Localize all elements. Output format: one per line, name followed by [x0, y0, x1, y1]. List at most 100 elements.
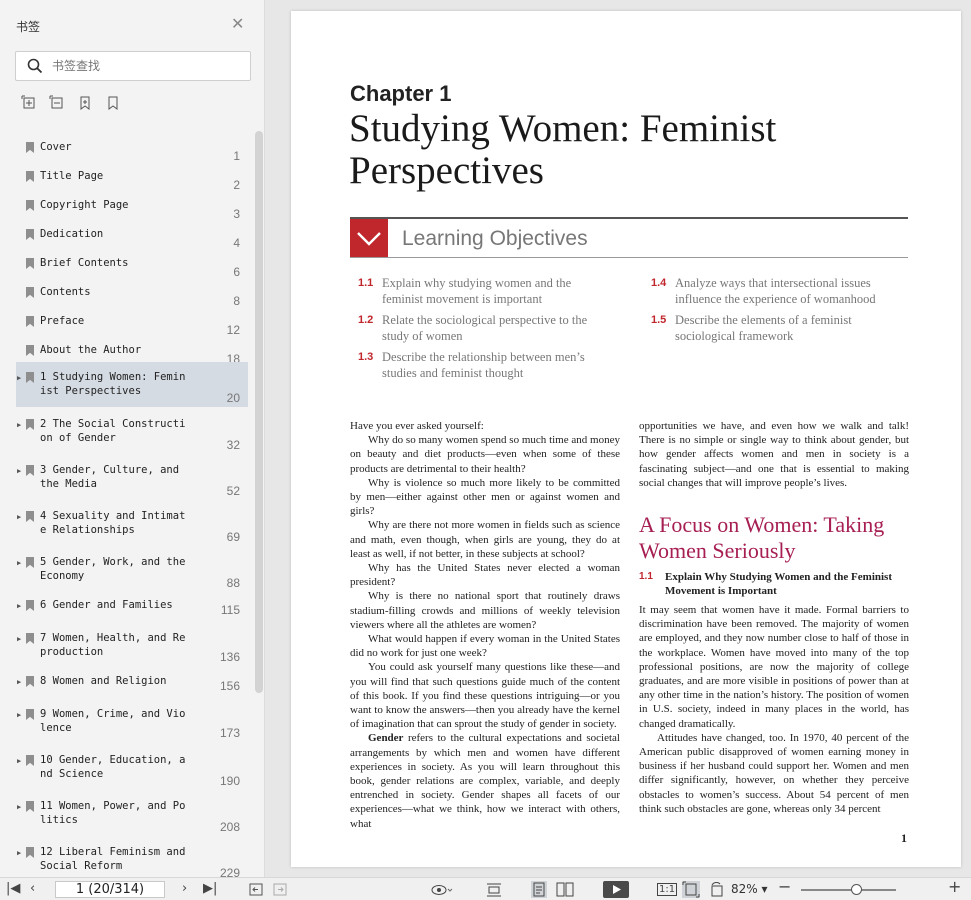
- objective-text: Describe the elements of a feminist soci…: [675, 313, 852, 343]
- bookmark-icon[interactable]: [105, 95, 121, 111]
- bookmark-page-number: 52: [226, 484, 240, 498]
- bookmark-item[interactable]: Brief Contents 6: [16, 251, 248, 280]
- expand-arrow-icon[interactable]: ▶: [17, 846, 21, 860]
- bookmark-item[interactable]: ▶ 5 Gender, Work, and the Economy 88: [16, 547, 248, 593]
- close-icon[interactable]: ✕: [231, 16, 244, 32]
- eye-icon[interactable]: [431, 884, 453, 896]
- bookmark-search[interactable]: [15, 51, 251, 81]
- bookmark-page-number: 173: [219, 726, 240, 740]
- bookmark-page-number: 3: [233, 207, 240, 221]
- last-page-icon[interactable]: ▶|: [203, 882, 217, 896]
- expand-arrow-icon[interactable]: ▶: [17, 675, 21, 689]
- bookmark-label: About the Author: [40, 344, 142, 356]
- expand-arrow-icon[interactable]: ▶: [17, 418, 21, 432]
- first-page-icon[interactable]: |◀: [6, 882, 20, 896]
- bookmark-flag-icon: [26, 229, 34, 240]
- expand-arrow-icon[interactable]: ▶: [17, 371, 21, 385]
- zoom-slider[interactable]: [801, 884, 896, 895]
- bookmark-page-number: 2: [233, 178, 240, 192]
- key-term: Gender: [368, 732, 404, 745]
- actual-size-icon[interactable]: 1:1: [657, 883, 678, 896]
- expand-arrow-icon[interactable]: ▶: [17, 556, 21, 570]
- bookmark-flag-icon: [26, 801, 34, 812]
- rotate-icon[interactable]: [709, 882, 725, 897]
- bookmark-flag-icon: [26, 557, 34, 568]
- objective-text: Explain why studying women and the femin…: [382, 276, 572, 306]
- fit-page-icon[interactable]: [682, 881, 700, 898]
- bookmark-flag-icon: [26, 676, 34, 687]
- expand-arrow-icon[interactable]: ▶: [17, 632, 21, 646]
- bookmark-item[interactable]: ▶ 12 Liberal Feminism and Social Reform 22…: [16, 837, 248, 877]
- bookmark-flag-icon: [26, 419, 34, 430]
- bookmark-item[interactable]: ▶ 8 Women and Religion 156: [16, 669, 248, 699]
- expand-arrow-icon[interactable]: ▶: [17, 708, 21, 722]
- page-number-input[interactable]: 1 (20/314): [55, 881, 165, 898]
- zoom-in-icon[interactable]: +: [948, 879, 961, 895]
- bookmark-item[interactable]: ▶ 10 Gender, Education, and Science 190: [16, 745, 248, 791]
- bookmark-panel: 书签 ✕ Cover1Title Page2Copyright Page3Ded…: [0, 0, 265, 877]
- bookmark-item[interactable]: Dedication 4: [16, 222, 248, 251]
- bookmark-item[interactable]: ▶ 2 The Social Construction of Gender 32: [16, 409, 248, 455]
- bookmark-page-number: 229: [219, 866, 240, 877]
- next-page-icon[interactable]: ›: [182, 882, 187, 896]
- bookmark-page-number: 1: [233, 149, 240, 163]
- objective-number: 1.4: [651, 277, 667, 289]
- bookmark-item[interactable]: Cover 1: [16, 135, 248, 164]
- paragraph: You could ask yourself many questions li…: [350, 661, 620, 731]
- paragraph: Why is there no national sport that rout…: [350, 590, 620, 631]
- continuous-scroll-icon[interactable]: [486, 883, 502, 897]
- expand-arrow-icon[interactable]: ▶: [17, 800, 21, 814]
- zoom-slider-knob[interactable]: [851, 884, 863, 895]
- bookmark-item[interactable]: ▶ 1 Studying Women: Feminist Perspectives…: [16, 362, 248, 407]
- body-column-left: Have you ever asked yourself: Why do so m…: [350, 419, 620, 831]
- bookmark-flag-icon: [26, 171, 34, 182]
- bookmark-search-input[interactable]: [52, 57, 242, 75]
- bookmark-flag-icon: [26, 755, 34, 766]
- expand-arrow-icon[interactable]: ▶: [17, 754, 21, 768]
- paragraph: Why are there not more women in fields s…: [350, 519, 620, 560]
- bookmark-item[interactable]: ▶ 11 Women, Power, and Politics 208: [16, 791, 248, 837]
- bookmark-flag-icon: [26, 847, 34, 858]
- bookmark-page-number: 115: [220, 603, 240, 617]
- bottom-toolbar: |◀ ‹ 1 (20/314) › ▶| 1:1 82% ▾ − +: [0, 877, 971, 900]
- bookmark-label: 3 Gender, Culture, and the Media: [40, 464, 186, 490]
- bookmark-item[interactable]: Copyright Page 3: [16, 193, 248, 222]
- exit-fullscreen-icon[interactable]: [249, 883, 263, 896]
- zoom-out-icon[interactable]: −: [778, 879, 791, 895]
- bookmark-label: 12 Liberal Feminism and Social Reform: [40, 846, 192, 872]
- expand-arrow-icon[interactable]: ▶: [17, 510, 21, 524]
- prev-page-icon[interactable]: ‹: [30, 882, 35, 896]
- zoom-dropdown[interactable]: 82% ▾: [731, 882, 768, 896]
- expand-arrow-icon[interactable]: ▶: [17, 464, 21, 478]
- objective-number: 1.5: [651, 314, 667, 326]
- paragraph: opportunities we have, and even how we w…: [639, 420, 909, 489]
- fullscreen-icon[interactable]: [273, 883, 287, 896]
- bookmark-item[interactable]: ▶ 6 Gender and Families 115: [16, 593, 248, 623]
- bookmark-flag-icon: [26, 316, 34, 327]
- expand-all-icon[interactable]: [21, 95, 37, 111]
- add-bookmark-icon[interactable]: [77, 95, 93, 111]
- bookmark-item[interactable]: ▶ 4 Sexuality and Intimate Relationships 6…: [16, 501, 248, 547]
- bookmark-label: Contents: [40, 286, 91, 298]
- bookmark-flag-icon: [26, 200, 34, 211]
- objective-text: Describe the relationship between men’s …: [382, 350, 585, 380]
- expand-arrow-icon[interactable]: ▶: [17, 599, 21, 613]
- bookmark-flag-icon: [26, 287, 34, 298]
- bookmark-item[interactable]: Title Page 2: [16, 164, 248, 193]
- bookmark-item[interactable]: Preface 12: [16, 309, 248, 338]
- bookmark-item[interactable]: Contents 8: [16, 280, 248, 309]
- bookmark-label: 7 Women, Health, and Reproduction: [40, 632, 186, 658]
- bookmark-label: Dedication: [40, 228, 104, 240]
- bookmark-item[interactable]: ▶ 9 Women, Crime, and Violence 173: [16, 699, 248, 745]
- collapse-all-icon[interactable]: [49, 95, 65, 111]
- scrollbar[interactable]: [255, 131, 263, 693]
- bookmark-flag-icon: [26, 709, 34, 720]
- two-page-icon[interactable]: [556, 882, 574, 897]
- objective-number: 1.1: [358, 277, 374, 289]
- bookmark-item[interactable]: ▶ 3 Gender, Culture, and the Media 52: [16, 455, 248, 501]
- single-page-icon[interactable]: [531, 881, 547, 898]
- play-icon[interactable]: [603, 881, 629, 898]
- bookmark-label: Brief Contents: [40, 257, 129, 269]
- objective-text: Analyze ways that intersectional issues …: [675, 276, 876, 306]
- bookmark-item[interactable]: ▶ 7 Women, Health, and Reproduction 136: [16, 623, 248, 667]
